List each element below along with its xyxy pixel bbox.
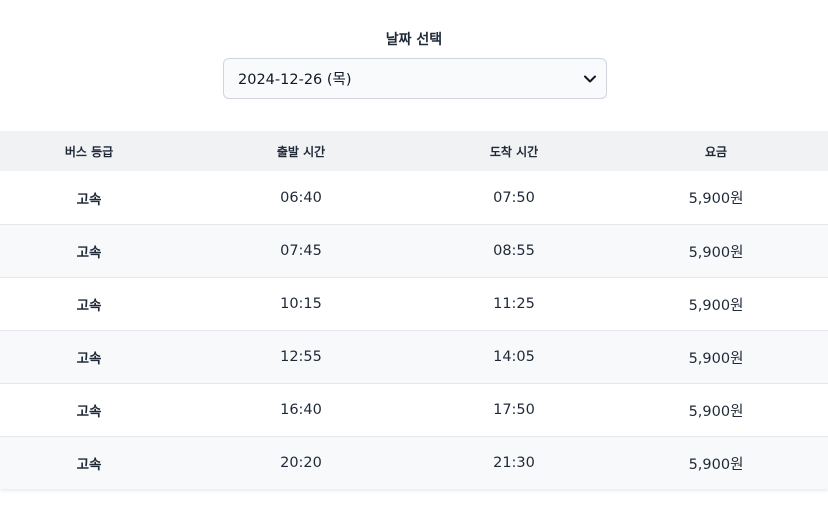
cell-arrival: 08:55 — [493, 243, 535, 259]
chevron-down-icon[interactable] — [584, 73, 596, 85]
cell-fare: 5,900원 — [688, 191, 744, 207]
header-arrival: 도착 시간 — [489, 144, 539, 159]
cell-fare: 5,900원 — [688, 350, 744, 367]
table-row[interactable]: 고속 06:40 07:50 5,900원 — [0, 171, 828, 224]
table-header: 버스 등급 출발 시간 도착 시간 요금 — [0, 131, 828, 171]
cell-grade: 고속 — [76, 191, 102, 208]
cell-departure: 12:55 — [280, 349, 322, 365]
header-grade: 버스 등급 — [64, 144, 114, 159]
cell-departure: 16:40 — [280, 402, 322, 418]
cell-grade: 고속 — [76, 457, 102, 473]
cell-arrival: 17:50 — [493, 402, 535, 418]
date-select-label: 날짜 선택 — [385, 32, 443, 48]
date-select-value: 2024-12-26 (목) — [238, 72, 352, 88]
table-body: 고속 06:40 07:50 5,900원 고속 07:45 08:55 5,9… — [0, 171, 828, 489]
table-row[interactable]: 고속 10:15 11:25 5,900원 — [0, 277, 828, 330]
table-row[interactable]: 고속 20:20 21:30 5,900원 — [0, 436, 828, 489]
cell-departure: 06:40 — [280, 189, 322, 206]
cell-fare: 5,900원 — [688, 297, 744, 314]
table-row[interactable]: 고속 12:55 14:05 5,900원 — [0, 330, 828, 383]
cell-fare: 5,900원 — [688, 456, 744, 473]
cell-grade: 고속 — [76, 404, 102, 420]
date-select[interactable]: 2024-12-26 (목) — [223, 58, 607, 99]
cell-fare: 5,900원 — [688, 403, 744, 420]
cell-fare: 5,900원 — [688, 244, 744, 261]
header-departure: 출발 시간 — [276, 144, 326, 159]
table-row[interactable]: 고속 07:45 08:55 5,900원 — [0, 224, 828, 277]
bus-schedule-table: 버스 등급 출발 시간 도착 시간 요금 고속 06:40 07:50 5,90… — [0, 131, 828, 489]
cell-arrival: 14:05 — [493, 349, 535, 365]
cell-arrival: 21:30 — [493, 455, 535, 471]
cell-departure: 20:20 — [280, 455, 322, 471]
cell-grade: 고속 — [76, 245, 102, 261]
header-fare: 요금 — [704, 144, 728, 159]
cell-grade: 고속 — [76, 351, 102, 367]
cell-arrival: 11:25 — [493, 296, 535, 312]
cell-departure: 10:15 — [280, 296, 322, 312]
cell-departure: 07:45 — [280, 243, 322, 259]
table-row[interactable]: 고속 16:40 17:50 5,900원 — [0, 383, 828, 436]
cell-grade: 고속 — [76, 298, 102, 314]
cell-arrival: 07:50 — [493, 189, 535, 206]
